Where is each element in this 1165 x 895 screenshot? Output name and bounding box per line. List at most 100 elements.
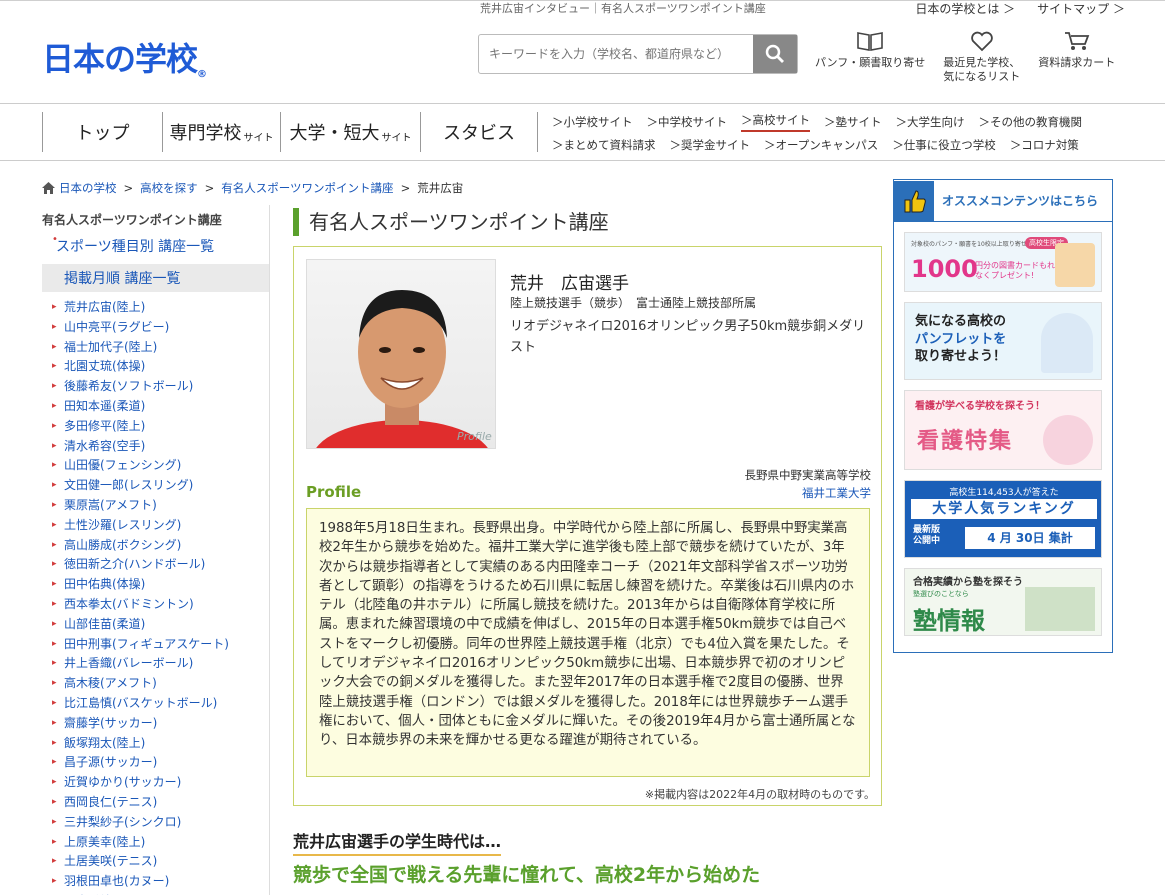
main-nav: トップ 専門学校 サイト 大学・短大 サイト スタビス (42, 112, 538, 152)
breadcrumb-high-school[interactable]: 高校を探す (140, 180, 198, 196)
sidebar-athlete-item[interactable]: 福士加代子(陸上) (42, 338, 269, 358)
recommended-header: オススメコンテンツはこちら (894, 180, 1112, 222)
student-days-heading: 荒井広宙選手の学生時代は… (293, 828, 502, 856)
university-link[interactable]: 福井工業大学 (802, 485, 871, 501)
search-button[interactable] (753, 35, 797, 73)
athlete-photo: Profile (306, 259, 496, 449)
sidebar-athlete-item[interactable]: 西本拳太(バドミントン) (42, 595, 269, 615)
breadcrumb: 日本の学校 > 高校を探す > 有名人スポーツワンポイント講座 > 荒井広宙 (42, 180, 463, 196)
banner-pamphlet[interactable]: 気になる高校の パンフレットを 取り寄せよう！ (904, 302, 1102, 380)
sidebar-athlete-item[interactable]: 文田健一郎(レスリング) (42, 476, 269, 496)
nav-covid[interactable]: ＞コロナ対策 (1010, 137, 1079, 153)
global-nav: トップ 専門学校 サイト 大学・短大 サイト スタビス ＞小学校サイト ＞中学校サイ… (0, 103, 1165, 161)
nav-university-students[interactable]: ＞大学生向け (896, 114, 965, 130)
top-links: 日本の学校とは ＞ サイトマップ ＞ (915, 0, 1125, 17)
sidebar-athlete-item[interactable]: 上原美幸(陸上) (42, 833, 269, 853)
student-illustration (1041, 313, 1093, 373)
thumbs-up-icon (894, 180, 934, 221)
sidebar-athlete-item[interactable]: 齋藤学(サッカー) (42, 714, 269, 734)
favorites-button[interactable]: 最近見た学校、 気になるリスト (943, 30, 1020, 85)
sidebar-athlete-item[interactable]: 後藤希友(ソフトボール) (42, 377, 269, 397)
students-illustration (1055, 243, 1095, 287)
sidebar-athlete-item[interactable]: 山部佳苗(柔道) (42, 615, 269, 635)
nav-high-school[interactable]: ＞高校サイト (741, 112, 810, 132)
sidebar-athlete-item[interactable]: 栗原嵩(アメフト) (42, 496, 269, 516)
sidebar-athlete-item[interactable]: 北園丈琉(体操) (42, 357, 269, 377)
sidebar-athlete-item[interactable]: 徳田新之介(ハンドボール) (42, 555, 269, 575)
sidebar: 有名人スポーツワンポイント講座 スポーツ種目別 講座一覧 掲載月順 講座一覧 荒… (42, 205, 270, 895)
profile-card: Profile 荒井 広宙選手 陸上競技選手（競歩） 富士通陸上競技部所属 リオ… (293, 246, 882, 806)
nurse-illustration (1043, 415, 1093, 465)
nav-other-institutions[interactable]: ＞その他の教育機関 (979, 114, 1083, 130)
banner-university-ranking[interactable]: 高校生114,453人が答えた 大学人気ランキング 最新版 公開中 4 月 30日… (904, 480, 1102, 558)
page-tagline: 荒井広宙インタビュー｜有名人スポーツワンポイント講座 (480, 2, 766, 15)
sidebar-title: 有名人スポーツワンポイント講座 (42, 213, 222, 227)
sidebar-athlete-item[interactable]: 土居美咲(テニス) (42, 852, 269, 872)
sidebar-athlete-item[interactable]: 高木稜(アメフト) (42, 674, 269, 694)
athlete-bio: 1988年5月18日生まれ。長野県出身。中学時代から陸上部に所属し、長野県中野実… (306, 508, 870, 777)
classroom-illustration (1025, 587, 1095, 631)
home-icon (42, 182, 55, 194)
svg-text:Profile: Profile (457, 430, 492, 443)
search-icon (765, 44, 784, 63)
sidebar-athlete-item[interactable]: 荒井広宙(陸上) (42, 298, 269, 318)
nav-daigaku[interactable]: 大学・短大 サイト (280, 112, 420, 152)
athlete-role: 陸上競技選手（競歩） 富士通陸上競技部所属 (510, 296, 757, 310)
sidebar-athlete-item[interactable]: 西岡良仁(テニス) (42, 793, 269, 813)
sidebar-athlete-item[interactable]: 飯塚翔太(陸上) (42, 734, 269, 754)
nav-junior-high[interactable]: ＞中学校サイト (647, 114, 728, 130)
sidebar-athlete-item[interactable]: 田中佑典(体操) (42, 575, 269, 595)
sidebar-athlete-item[interactable]: 三井梨紗子(シンクロ) (42, 813, 269, 833)
site-logo[interactable]: 日本の学校® (42, 34, 207, 80)
sitemap-link[interactable]: サイトマップ ＞ (1037, 0, 1125, 17)
banner-juku-search[interactable]: 合格実績から塾を探そう 塾選びのことなら 塾情報 (904, 568, 1102, 636)
header-tools: パンフ・願書取り寄せ 最近見た学校、 気になるリスト 資料請求カート (815, 30, 1133, 85)
sidebar-athlete-item[interactable]: 比江島慎(バスケットボール) (42, 694, 269, 714)
profile-label: Profile (306, 483, 362, 501)
search-input[interactable] (479, 35, 753, 73)
nav-top[interactable]: トップ (42, 112, 162, 152)
breadcrumb-sports-course[interactable]: 有名人スポーツワンポイント講座 (221, 180, 393, 196)
breadcrumb-current: 荒井広宙 (417, 181, 464, 195)
nav-senmon[interactable]: 専門学校 サイト (162, 112, 280, 152)
sidebar-athlete-item[interactable]: 昌子源(サッカー) (42, 753, 269, 773)
athlete-award: リオデジャネイロ2016オリンピック男子50km競歩銅メダリスト (510, 319, 866, 355)
nav-job-schools[interactable]: ＞仕事に役立つ学校 (892, 137, 996, 153)
nav-scholarship[interactable]: ＞奨学金サイト (670, 137, 751, 153)
nav-juku[interactable]: ＞塾サイト (824, 114, 882, 130)
cart-button[interactable]: 資料請求カート (1038, 30, 1115, 85)
page-title: 有名人スポーツワンポイント講座 (293, 208, 609, 236)
sidebar-athlete-list: 荒井広宙(陸上)山中亮平(ラグビー)福士加代子(陸上)北園丈琉(体操)後藤希友(… (42, 298, 269, 895)
sidebar-athlete-item[interactable]: 井上香織(バレーボール) (42, 654, 269, 674)
nav-open-campus[interactable]: ＞オープンキャンパス (764, 137, 878, 153)
athlete-name: 荒井 広宙選手 (510, 274, 629, 294)
nav-stabis[interactable]: スタビス (420, 112, 538, 152)
athlete-portrait-icon: Profile (316, 290, 492, 448)
sidebar-athlete-item[interactable]: 多田修平(陸上) (42, 417, 269, 437)
heart-icon (970, 31, 993, 52)
book-icon (857, 32, 883, 51)
interview-date-note: ※掲載内容は2022年4月の取材時のものです。 (644, 788, 875, 801)
sidebar-athlete-item[interactable]: 近賀ゆかり(サッカー) (42, 773, 269, 793)
recommended-content: オススメコンテンツはこちら 対象校のパンフ・願書を10校以上取り寄せると 高校生… (893, 179, 1113, 653)
sidebar-athlete-item[interactable]: 高山勝成(ボクシング) (42, 536, 269, 556)
sidebar-athlete-item[interactable]: 田知本遥(柔道) (42, 397, 269, 417)
pamphlet-request-button[interactable]: パンフ・願書取り寄せ (815, 30, 925, 85)
sidebar-athlete-item[interactable]: 田中刑事(フィギュアスケート) (42, 635, 269, 655)
about-link[interactable]: 日本の学校とは ＞ (915, 0, 1015, 17)
sidebar-by-sport-link[interactable]: スポーツ種目別 講座一覧 (42, 232, 269, 260)
nav-elementary[interactable]: ＞小学校サイト (552, 114, 633, 130)
banner-tosho-card[interactable]: 対象校のパンフ・願書を10校以上取り寄せると 高校生限定 1000 円分の図書カ… (904, 232, 1102, 292)
nav-bulk-request[interactable]: ＞まとめて資料請求 (552, 137, 656, 153)
sub-nav: ＞小学校サイト ＞中学校サイト ＞高校サイト ＞塾サイト ＞大学生向け ＞その他… (552, 110, 1096, 156)
sidebar-athlete-item[interactable]: 山中亮平(ラグビー) (42, 318, 269, 338)
sidebar-athlete-item[interactable]: 清水希容(空手) (42, 437, 269, 457)
sidebar-athlete-item[interactable]: 山田優(フェンシング) (42, 456, 269, 476)
sidebar-athlete-item[interactable]: 羽根田卓也(カヌー) (42, 872, 269, 892)
cart-icon (1064, 32, 1090, 50)
banner-nursing[interactable]: 看護が学べる学校を探そう！ 看護特集 (904, 390, 1102, 470)
high-school-name: 長野県中野実業高等学校 (744, 468, 872, 482)
sidebar-by-month-link[interactable]: 掲載月順 講座一覧 (42, 264, 269, 292)
breadcrumb-home[interactable]: 日本の学校 (59, 180, 117, 196)
sidebar-athlete-item[interactable]: 土性沙羅(レスリング) (42, 516, 269, 536)
